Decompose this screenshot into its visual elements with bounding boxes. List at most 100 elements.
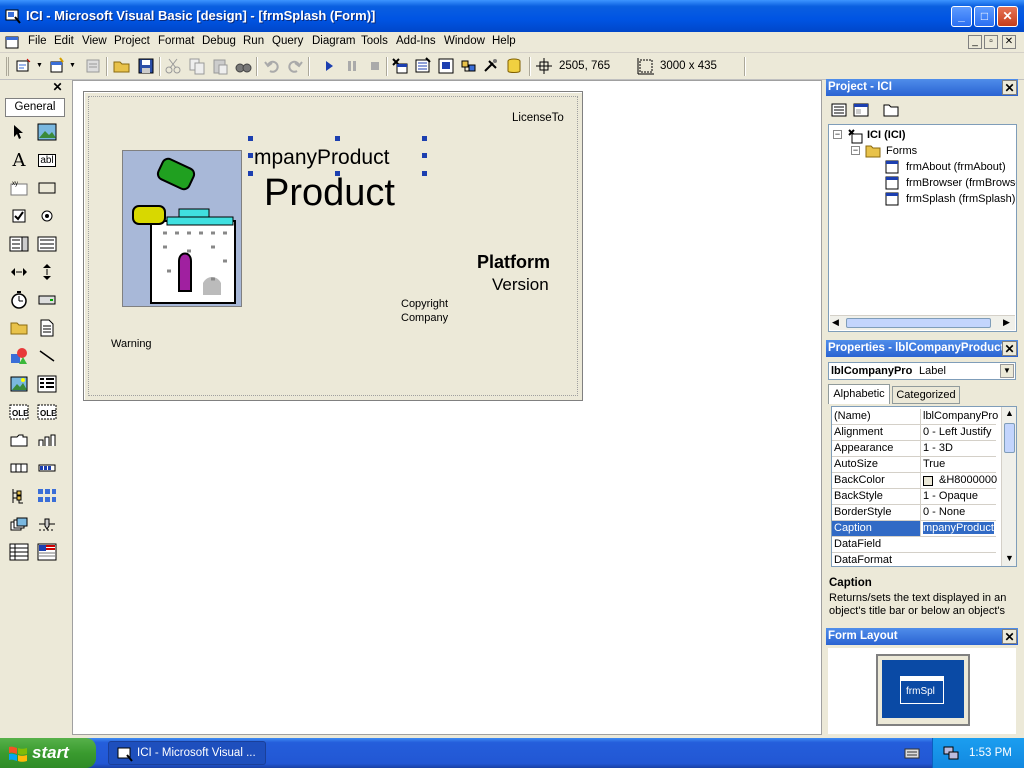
label-tool[interactable]: A <box>8 149 30 171</box>
property-row[interactable]: AutoSize True <box>832 457 996 473</box>
keyboard-icon[interactable] <box>904 746 920 760</box>
frame-tool[interactable]: xy <box>8 177 30 199</box>
save-icon[interactable] <box>137 57 155 75</box>
listbox-tool[interactable] <box>36 233 58 255</box>
product-image[interactable] <box>122 150 242 307</box>
property-value[interactable]: 1 - 3D <box>920 441 998 456</box>
menu-view[interactable]: View <box>82 35 107 47</box>
checkbox-tool[interactable] <box>8 205 30 227</box>
warning-label[interactable]: Warning <box>111 338 152 350</box>
textbox-tool[interactable]: abl <box>36 149 58 171</box>
ole2-tool[interactable]: OLE <box>36 401 58 423</box>
commandbutton-tool[interactable] <box>36 177 58 199</box>
toolbox-item-21[interactable] <box>8 485 30 507</box>
menu-help[interactable]: Help <box>492 35 516 47</box>
picturebox-tool[interactable] <box>36 121 58 143</box>
add-form-icon[interactable] <box>48 57 66 75</box>
chevron-down-icon[interactable]: ▼ <box>1000 364 1014 378</box>
selection-handle[interactable] <box>422 171 427 176</box>
image-tool[interactable] <box>8 373 30 395</box>
property-value[interactable]: lblCompanyProduct <box>920 409 998 424</box>
properties-panel-close-button[interactable]: ✕ <box>1002 341 1017 356</box>
open-folder-icon[interactable] <box>113 57 131 75</box>
filelistbox-tool[interactable] <box>36 317 58 339</box>
property-row[interactable]: Appearance 1 - 3D <box>832 441 996 457</box>
taskbar-item-vb[interactable]: ICI - Microsoft Visual ... <box>108 741 266 765</box>
tree-item-frmsplash[interactable]: frmSplash (frmSplash) <box>906 193 1015 205</box>
find-icon[interactable] <box>234 57 252 75</box>
menu-run[interactable]: Run <box>243 35 264 47</box>
property-row[interactable]: DataFormat <box>832 553 996 566</box>
dropdown-arrow-icon[interactable]: ▼ <box>36 62 43 69</box>
caption-value-input[interactable]: mpanyProduct <box>920 521 998 536</box>
selection-handle[interactable] <box>422 153 427 158</box>
collapse-icon[interactable]: − <box>833 130 842 139</box>
toolbox-item-19[interactable] <box>8 457 30 479</box>
company-label[interactable]: Company <box>401 312 448 324</box>
scroll-left-icon[interactable]: ◀ <box>832 317 839 328</box>
form-designer-area[interactable]: LicenseTo mpanyProduct Product Platform … <box>72 80 822 735</box>
toolbox-icon[interactable] <box>482 57 500 75</box>
drivelistbox-tool[interactable] <box>36 289 58 311</box>
clock[interactable]: 1:53 PM <box>969 738 1012 768</box>
property-grid-vscrollbar[interactable]: ▲ ▼ <box>1001 407 1016 566</box>
form-layout-close-button[interactable]: ✕ <box>1002 629 1017 644</box>
dirlistbox-tool[interactable] <box>8 317 30 339</box>
project-panel-close-button[interactable]: ✕ <box>1002 80 1017 95</box>
collapse-icon[interactable]: − <box>851 146 860 155</box>
copyright-label[interactable]: Copyright <box>401 298 448 310</box>
property-row[interactable]: (Name) lblCompanyProduct <box>832 409 998 425</box>
property-row-selected[interactable]: Caption mpanyProduct <box>832 521 998 537</box>
menu-project[interactable]: Project <box>114 35 150 47</box>
property-value[interactable]: 0 - Left Justify <box>920 425 998 440</box>
data-tool[interactable] <box>36 373 58 395</box>
end-icon[interactable] <box>366 57 384 75</box>
menu-add-ins[interactable]: Add-Ins <box>396 35 436 47</box>
selection-handle[interactable] <box>422 136 427 141</box>
start-icon[interactable] <box>320 57 338 75</box>
project-tree-hscrollbar[interactable]: ◀ ▶ <box>830 315 1015 330</box>
toolbox-item-18[interactable] <box>36 429 58 451</box>
product-label[interactable]: Product <box>264 172 395 215</box>
shape-tool[interactable] <box>8 345 30 367</box>
selection-handle[interactable] <box>248 136 253 141</box>
property-value[interactable]: 0 - None <box>920 505 998 520</box>
menu-debug[interactable]: Debug <box>202 35 236 47</box>
property-value[interactable]: 1 - Opaque <box>920 489 998 504</box>
menu-editor-icon[interactable] <box>84 57 102 75</box>
tab-alphabetic[interactable]: Alphabetic <box>828 384 890 404</box>
property-row[interactable]: BackColor&H8000000F& <box>832 473 998 489</box>
object-browser-icon[interactable] <box>460 57 478 75</box>
toolbox-item-26[interactable] <box>36 541 58 563</box>
toolbox-item-23[interactable] <box>8 513 30 535</box>
mdi-minimize-button[interactable]: _ <box>968 35 982 49</box>
view-object-icon[interactable] <box>853 102 869 118</box>
menu-file[interactable]: File <box>28 35 47 47</box>
close-button[interactable]: ✕ <box>997 6 1018 27</box>
toolbox-close-button[interactable]: ✕ <box>51 81 64 94</box>
project-explorer-icon[interactable] <box>391 57 409 75</box>
property-row[interactable]: DataField <box>832 537 996 553</box>
break-icon[interactable] <box>343 57 361 75</box>
toggle-folders-icon[interactable] <box>883 102 899 118</box>
object-selector[interactable]: lblCompanyPro Label ▼ <box>828 362 1016 380</box>
menu-edit[interactable]: Edit <box>54 35 74 47</box>
menu-diagram[interactable]: Diagram <box>312 35 355 47</box>
copy-icon[interactable] <box>188 57 206 75</box>
scrollbar-thumb[interactable] <box>1004 423 1015 453</box>
splash-form-canvas[interactable]: LicenseTo mpanyProduct Product Platform … <box>83 91 583 401</box>
cut-icon[interactable] <box>164 57 182 75</box>
mdi-restore-button[interactable]: ▫ <box>984 35 998 49</box>
platform-label[interactable]: Platform <box>477 252 550 273</box>
mdi-close-button[interactable]: ✕ <box>1002 35 1016 49</box>
ole-tool[interactable]: OLE <box>8 401 30 423</box>
toolbox-tab-general[interactable]: General <box>5 98 65 117</box>
timer-tool[interactable] <box>8 289 30 311</box>
property-row[interactable]: BackStyle 1 - Opaque <box>832 489 996 505</box>
paste-icon[interactable] <box>211 57 229 75</box>
menu-window[interactable]: Window <box>444 35 485 47</box>
minimize-button[interactable]: _ <box>951 6 972 27</box>
combobox-tool[interactable] <box>8 233 30 255</box>
project-root-item[interactable]: ICI (ICI) <box>867 129 906 141</box>
scroll-down-icon[interactable]: ▼ <box>1005 553 1014 563</box>
